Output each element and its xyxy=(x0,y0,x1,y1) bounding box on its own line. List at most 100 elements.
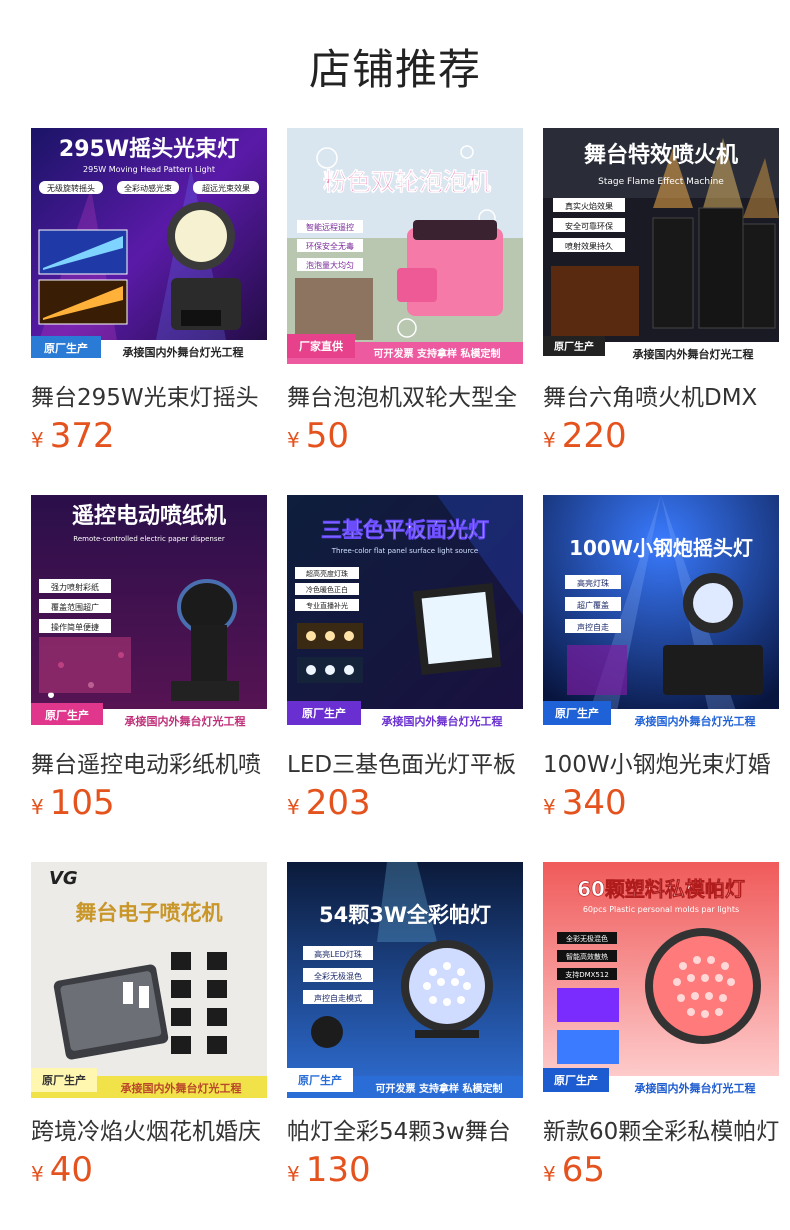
currency-symbol: ¥ xyxy=(543,795,556,819)
product-title[interactable]: 帕灯全彩54颗3w舞台 xyxy=(287,1112,523,1142)
product-price: ¥220 xyxy=(543,416,627,456)
product-price: ¥372 xyxy=(31,416,115,456)
image-tag: 超远光束效果 xyxy=(202,183,250,193)
currency-symbol: ¥ xyxy=(287,795,300,819)
product-card[interactable]: 遥控电动喷纸机 Remote-controlled electric paper… xyxy=(31,495,267,825)
currency-symbol: ¥ xyxy=(31,428,44,452)
product-price: ¥40 xyxy=(31,1150,93,1190)
image-footer: 承接国内外舞台灯光工程 xyxy=(633,347,754,361)
svg-text:VG: VG xyxy=(49,868,78,889)
product-card[interactable]: 舞台特效喷火机 Stage Flame Effect Machine 真实火焰效… xyxy=(543,128,779,458)
image-badge: 原厂生产 xyxy=(555,706,599,720)
image-headline: 三基色平板面光灯 xyxy=(321,518,489,542)
price-value: 203 xyxy=(305,783,371,823)
price-value: 65 xyxy=(561,1150,605,1190)
image-tag: 安全可靠环保 xyxy=(565,221,613,231)
product-card[interactable]: 粉色双轮泡泡机 智能远程遥控 环保安全无毒 泡泡量大均匀 厂家直供 可开发票 支… xyxy=(287,128,523,458)
product-image[interactable]: 遥控电动喷纸机 Remote-controlled electric paper… xyxy=(31,495,267,731)
product-card[interactable]: 60颗塑料私模帕灯 60pcs Plastic personal molds p… xyxy=(543,862,779,1192)
image-footer: 承接国内外舞台灯光工程 xyxy=(635,714,756,728)
image-badge: 原厂生产 xyxy=(302,706,346,720)
price-value: 40 xyxy=(49,1150,93,1190)
image-badge: 原厂生产 xyxy=(554,1073,598,1087)
currency-symbol: ¥ xyxy=(543,1162,556,1186)
currency-symbol: ¥ xyxy=(287,1162,300,1186)
product-card[interactable]: 三基色平板面光灯 Three-color flat panel surface … xyxy=(287,495,523,825)
price-value: 105 xyxy=(49,783,115,823)
image-tag: 无级旋转摇头 xyxy=(47,183,95,193)
image-headline: 舞台电子喷花机 xyxy=(76,901,223,925)
product-image[interactable]: 100W小钢炮摇头灯 高亮灯珠 超广覆盖 声控自走 原厂生产 承接国内外舞台灯光… xyxy=(543,495,779,731)
image-subtitle: Remote-controlled electric paper dispens… xyxy=(73,535,225,543)
currency-symbol: ¥ xyxy=(287,428,300,452)
product-card[interactable]: 295W摇头光束灯 295W Moving Head Pattern Light… xyxy=(31,128,267,458)
price-value: 130 xyxy=(305,1150,371,1190)
product-title[interactable]: 舞台遥控电动彩纸机喷 xyxy=(31,745,267,775)
image-badge: 厂家直供 xyxy=(299,339,343,353)
image-subtitle: Stage Flame Effect Machine xyxy=(598,177,724,187)
image-tag: 环保安全无毒 xyxy=(306,241,354,251)
currency-symbol: ¥ xyxy=(543,428,556,452)
image-tag: 覆盖范围超广 xyxy=(51,602,99,612)
image-tag: 全彩无极混色 xyxy=(566,934,608,943)
product-price: ¥105 xyxy=(31,783,115,823)
image-headline: 54颗3W全彩帕灯 xyxy=(319,903,491,927)
image-tag: 专业直播补光 xyxy=(306,601,348,610)
product-title[interactable]: 舞台泡泡机双轮大型全 xyxy=(287,378,523,408)
image-badge: 原厂生产 xyxy=(45,708,89,722)
image-tag: 超广覆盖 xyxy=(577,600,609,610)
image-footer: 承接国内外舞台灯光工程 xyxy=(123,345,244,359)
product-price: ¥50 xyxy=(287,416,349,456)
product-card[interactable]: VG 舞台电子喷花机 原厂生产 承接国内外舞台灯光工程 跨境冷焰火烟花机婚庆 ¥… xyxy=(31,862,267,1192)
image-tag: 支持DMX512 xyxy=(565,970,609,979)
image-headline: 295W摇头光束灯 xyxy=(59,136,239,162)
image-footer: 承接国内外舞台灯光工程 xyxy=(635,1081,756,1095)
product-price: ¥65 xyxy=(543,1150,605,1190)
image-badge: 原厂生产 xyxy=(42,1073,86,1087)
image-subtitle: Three-color flat panel surface light sou… xyxy=(331,547,478,555)
image-badge: 原厂生产 xyxy=(554,340,594,353)
product-title[interactable]: 跨境冷焰火烟花机婚庆 xyxy=(31,1112,267,1142)
image-tag: 超高亮度灯珠 xyxy=(306,569,348,578)
product-card[interactable]: 100W小钢炮摇头灯 高亮灯珠 超广覆盖 声控自走 原厂生产 承接国内外舞台灯光… xyxy=(543,495,779,825)
image-footer: 承接国内外舞台灯光工程 xyxy=(382,714,503,728)
image-badge: 原厂生产 xyxy=(44,341,88,355)
image-badge: 原厂生产 xyxy=(298,1073,342,1087)
product-title[interactable]: 舞台295W光束灯摇头 xyxy=(31,378,267,408)
product-image[interactable]: 舞台特效喷火机 Stage Flame Effect Machine 真实火焰效… xyxy=(543,128,779,364)
image-tag: 喷射效果持久 xyxy=(565,241,613,251)
image-headline: 舞台特效喷火机 xyxy=(584,142,738,168)
image-tag: 全彩无极混色 xyxy=(314,971,362,981)
image-footer: 承接国内外舞台灯光工程 xyxy=(121,1081,242,1095)
image-tag: 冷色暖色正白 xyxy=(306,585,348,594)
section-title: 店铺推荐 xyxy=(308,45,481,94)
image-tag: 声控自走 xyxy=(577,622,609,632)
product-title[interactable]: 舞台六角喷火机DMX xyxy=(543,378,779,408)
product-image[interactable]: 295W摇头光束灯 295W Moving Head Pattern Light… xyxy=(31,128,267,364)
image-footer: 承接国内外舞台灯光工程 xyxy=(125,714,246,728)
price-value: 220 xyxy=(561,416,627,456)
product-price: ¥130 xyxy=(287,1150,371,1190)
price-value: 372 xyxy=(49,416,115,456)
currency-symbol: ¥ xyxy=(31,795,44,819)
image-tag: 真实火焰效果 xyxy=(565,201,613,211)
image-footer: 可开发票 支持拿样 私模定制 xyxy=(374,347,501,360)
image-subtitle: 295W Moving Head Pattern Light xyxy=(83,165,215,174)
product-image[interactable]: 60颗塑料私模帕灯 60pcs Plastic personal molds p… xyxy=(543,862,779,1098)
image-headline: 遥控电动喷纸机 xyxy=(72,503,226,529)
image-footer: 可开发票 支持拿样 私模定制 xyxy=(376,1082,503,1095)
product-card[interactable]: 54颗3W全彩帕灯 高亮LED灯珠 全彩无极混色 声控自走模式 原厂生产 可开发… xyxy=(287,862,523,1192)
product-title[interactable]: 100W小钢炮光束灯婚 xyxy=(543,745,779,775)
product-image[interactable]: 三基色平板面光灯 Three-color flat panel surface … xyxy=(287,495,523,731)
product-image[interactable]: 粉色双轮泡泡机 智能远程遥控 环保安全无毒 泡泡量大均匀 厂家直供 可开发票 支… xyxy=(287,128,523,364)
section-header: 店铺推荐 xyxy=(0,0,790,128)
image-subtitle: 60pcs Plastic personal molds par lights xyxy=(583,905,739,914)
product-title[interactable]: 新款60颗全彩私模帕灯 xyxy=(543,1112,779,1142)
product-title[interactable]: LED三基色面光灯平板 xyxy=(287,745,523,775)
image-tag: 高亮LED灯珠 xyxy=(314,949,362,959)
image-tag: 智能高效散热 xyxy=(566,952,608,961)
product-image[interactable]: 54颗3W全彩帕灯 高亮LED灯珠 全彩无极混色 声控自走模式 原厂生产 可开发… xyxy=(287,862,523,1098)
image-tag: 声控自走模式 xyxy=(314,993,362,1003)
price-value: 340 xyxy=(561,783,627,823)
product-image[interactable]: VG 舞台电子喷花机 原厂生产 承接国内外舞台灯光工程 xyxy=(31,862,267,1098)
